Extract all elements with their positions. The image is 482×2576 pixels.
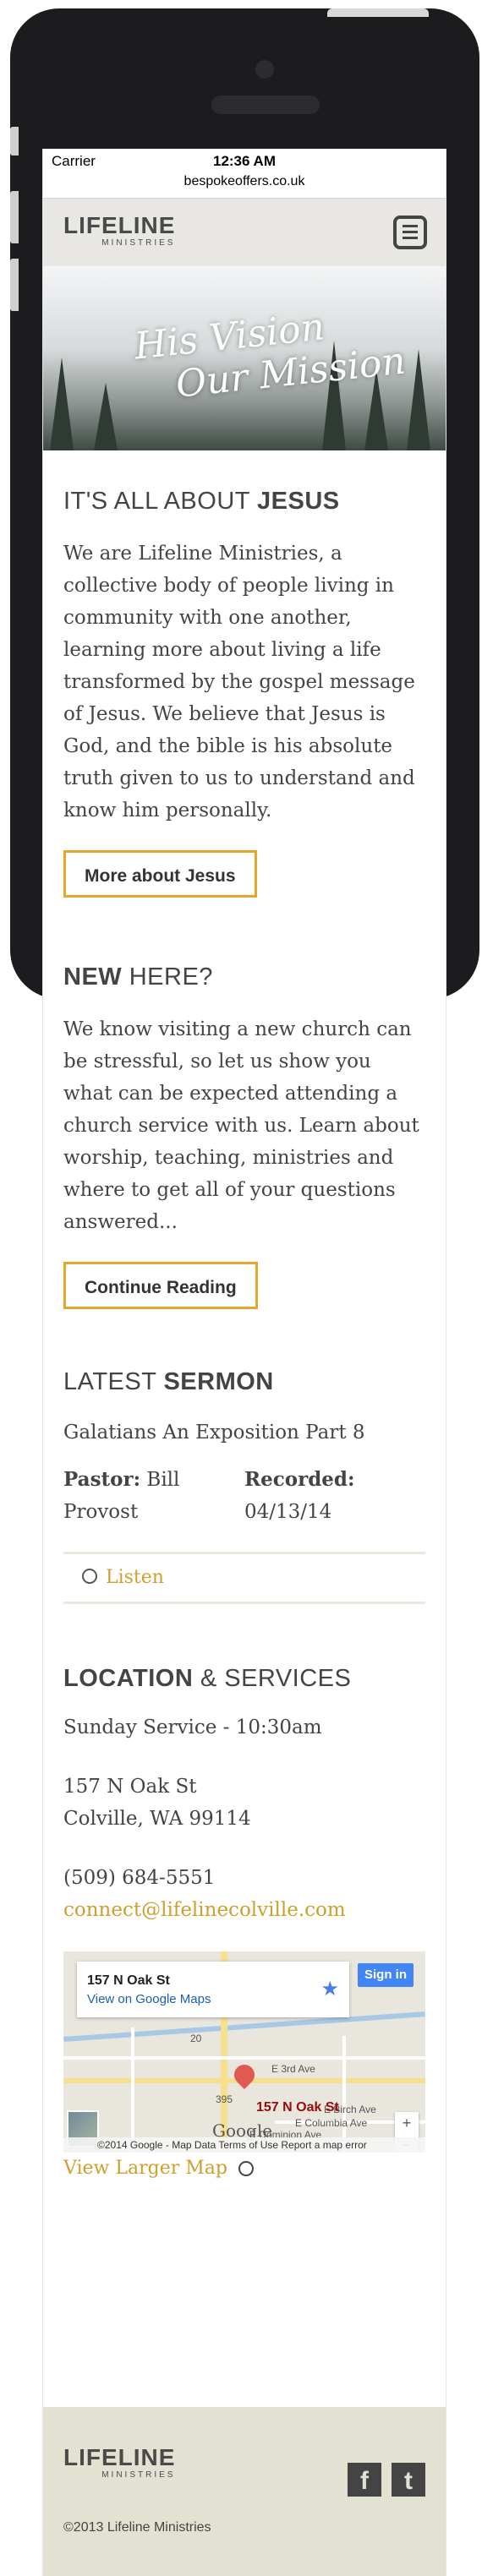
logo-subtitle: MINISTRIES: [101, 238, 176, 248]
sermon-meta: Pastor: Bill Provost Recorded: 04/13/14: [63, 1464, 425, 1528]
social-links: f t: [348, 2463, 425, 2497]
front-camera: [255, 60, 274, 79]
continue-reading-button[interactable]: Continue Reading: [63, 1262, 258, 1309]
sermon-heading: LATEST SERMON: [63, 1368, 274, 1395]
main-content: IT'S ALL ABOUT JESUS We are Lifeline Min…: [43, 488, 446, 2179]
hero-banner: His Vision Our Mission: [43, 266, 446, 450]
earpiece-speaker: [211, 96, 320, 114]
street-label: E 3rd Ave: [271, 2063, 315, 2075]
phone-screen: Carrier 12:36 AM bespokeoffers.co.uk LIF…: [42, 149, 446, 2576]
road: [342, 2036, 346, 2153]
footer-logo-subtitle: MINISTRIES: [101, 2470, 176, 2480]
map-card-title: 157 N Oak St: [87, 1973, 170, 1988]
footer-logo-wordmark: LIFELINE: [63, 2444, 176, 2470]
facebook-icon[interactable]: f: [348, 2463, 381, 2497]
listen-link[interactable]: Listen: [63, 1554, 425, 1602]
email-link[interactable]: connect@lifelinecolville.com: [63, 1894, 425, 1926]
new-here-paragraph: We know visiting a new church can be str…: [63, 1018, 419, 1233]
divider: [63, 1602, 425, 1604]
volume-up-button: [10, 191, 19, 243]
footer-logo[interactable]: LIFELINE MINISTRIES: [63, 2446, 175, 2480]
logo-wordmark: LIFELINE: [63, 212, 176, 238]
new-here-heading: NEW HERE?: [63, 963, 213, 991]
sermon-pastor: Pastor: Bill Provost: [63, 1468, 180, 1523]
view-on-google-maps-link[interactable]: View on Google Maps: [87, 1992, 211, 2006]
save-star-icon[interactable]: ★: [320, 1977, 339, 2001]
copyright-text: ©2013 Lifeline Ministries: [63, 2520, 211, 2535]
address-line-1: 157 N Oak St: [63, 1776, 197, 1798]
sermon-title[interactable]: Galatians An Exposition Part 8: [63, 1422, 425, 1444]
service-time: Sunday Service - 10:30am: [63, 1716, 322, 1738]
more-about-jesus-button[interactable]: More about Jesus: [63, 850, 257, 898]
arrow-circle-icon: [238, 2161, 254, 2176]
audio-icon: [82, 1569, 97, 1584]
highway-shield: 20: [190, 2033, 202, 2044]
map-pin-icon[interactable]: [230, 2060, 259, 2089]
address-bar[interactable]: bespokeoffers.co.uk: [43, 174, 446, 199]
mute-switch: [10, 127, 19, 156]
hamburger-menu-icon[interactable]: [393, 216, 427, 249]
sermon-recorded: Recorded: 04/13/14: [244, 1468, 355, 1523]
about-heading: IT'S ALL ABOUT JESUS: [63, 488, 340, 515]
clock: 12:36 AM: [212, 153, 276, 169]
road: [131, 2028, 134, 2153]
site-footer: LIFELINE MINISTRIES f t ©2013 Lifeline M…: [43, 2407, 446, 2576]
zoom-in-button[interactable]: +: [395, 2112, 419, 2134]
highway-shield: 395: [216, 2093, 233, 2105]
site-logo[interactable]: LIFELINE MINISTRIES: [63, 214, 175, 248]
view-larger-map-link[interactable]: View Larger Map: [63, 2158, 425, 2179]
map-pin-label: 157 N Oak St: [256, 2100, 339, 2115]
site-header: LIFELINE MINISTRIES: [43, 199, 446, 266]
map-info-card: 157 N Oak St View on Google Maps ★: [77, 1962, 349, 2017]
about-paragraph: We are Lifeline Ministries, a collective…: [63, 543, 415, 821]
street-label: E Columbia Ave: [295, 2117, 368, 2129]
sign-in-button[interactable]: Sign in: [358, 1963, 414, 1987]
google-map[interactable]: E 3rd Ave E Birch Ave E Columbia Ave E D…: [63, 1951, 425, 2153]
volume-down-button: [10, 259, 19, 311]
road: [63, 2056, 425, 2060]
phone-number[interactable]: (509) 684-5551: [63, 1862, 425, 1894]
status-bar: Carrier 12:36 AM: [43, 149, 446, 174]
address-line-2: Colville, WA 99114: [63, 1808, 251, 1830]
twitter-icon[interactable]: t: [392, 2463, 425, 2497]
map-attribution[interactable]: ©2014 Google - Map Data Terms of Use Rep…: [63, 2137, 425, 2153]
location-heading: LOCATION & SERVICES: [63, 1665, 352, 1692]
power-button: [327, 8, 429, 17]
